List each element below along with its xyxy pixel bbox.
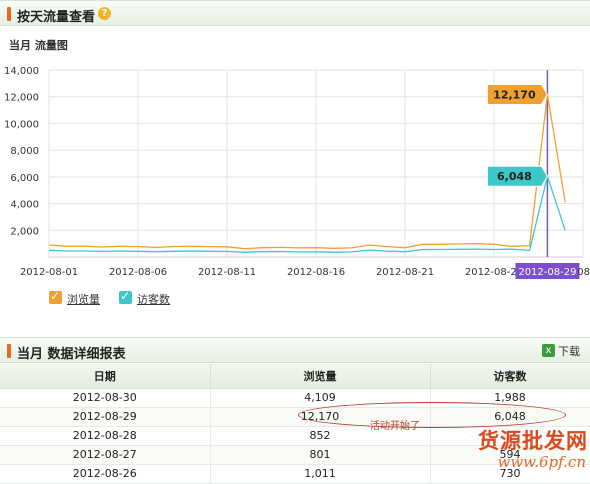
x-tick-label: 2012-08-21	[376, 267, 434, 278]
y-tick-label: 2,000	[10, 226, 39, 237]
y-tick-label: 14,000	[4, 66, 39, 77]
cell-pageviews: 801	[210, 445, 431, 465]
callout-label: 12,170	[493, 88, 536, 101]
checkbox-icon[interactable]	[49, 289, 62, 304]
x-tick-label: 2012-08-16	[287, 267, 345, 278]
annotation-note: 活动开始了	[370, 421, 420, 432]
column-header-visitors[interactable]: 访客数	[430, 364, 590, 389]
x-tick-label: 2012-08-26	[465, 267, 523, 278]
traffic-line-chart: 2,000 4,000 6,000 8,000 10,000 12,000 14,000 20…	[4, 66, 590, 279]
question-circle-icon[interactable]: ?	[98, 7, 111, 20]
cell-date: 2012-08-29	[0, 407, 211, 427]
watermark-line2: www.6pf.cn	[497, 453, 587, 471]
y-tick-label: 4,000	[10, 200, 39, 211]
excel-download-icon: x	[542, 344, 555, 357]
x-tick-label: 2012-08-11	[198, 267, 256, 278]
callout-label: 6,048	[497, 170, 532, 183]
checkbox-icon[interactable]	[119, 289, 132, 304]
download-label: 下载	[558, 345, 580, 358]
x-tick-label: 08	[577, 267, 590, 278]
column-header-pageviews[interactable]: 浏览量	[210, 364, 431, 389]
cell-date: 2012-08-26	[0, 464, 211, 484]
cell-date: 2012-08-30	[0, 388, 211, 408]
y-tick-label: 10,000	[4, 119, 39, 130]
header-accent-bar	[7, 344, 11, 358]
x-tick-label: 2012-08-06	[109, 267, 167, 278]
header-accent-bar	[7, 7, 11, 21]
watermark-line1: 货源批发网	[478, 428, 588, 453]
y-tick-label: 6,000	[10, 173, 39, 184]
chart-title: 当月 流量图	[9, 39, 68, 52]
panel-title: 按天流量查看	[17, 10, 96, 25]
legend-label[interactable]: 访客数	[137, 291, 170, 307]
cell-pageviews: 1,011	[210, 464, 431, 484]
column-header-date[interactable]: 日期	[0, 364, 211, 389]
x-tick-label: 2012-08-29	[518, 267, 576, 278]
download-button[interactable]: x 下载	[542, 342, 584, 360]
x-tick-label: 2012-08-01	[20, 267, 78, 278]
y-tick-label: 8,000	[10, 146, 39, 157]
y-tick-label: 12,000	[4, 93, 39, 104]
site-watermark: 货源批发网 www.6pf.cn	[458, 425, 588, 484]
report-title: 当月 数据详细报表	[17, 347, 126, 362]
cell-date: 2012-08-27	[0, 445, 211, 465]
report-panel-header: 当月 数据详细报表 x 下载	[0, 337, 590, 363]
traffic-panel-header: 按天流量查看 ?	[0, 0, 590, 26]
legend-label[interactable]: 浏览量	[67, 291, 100, 307]
cell-date: 2012-08-28	[0, 426, 211, 446]
